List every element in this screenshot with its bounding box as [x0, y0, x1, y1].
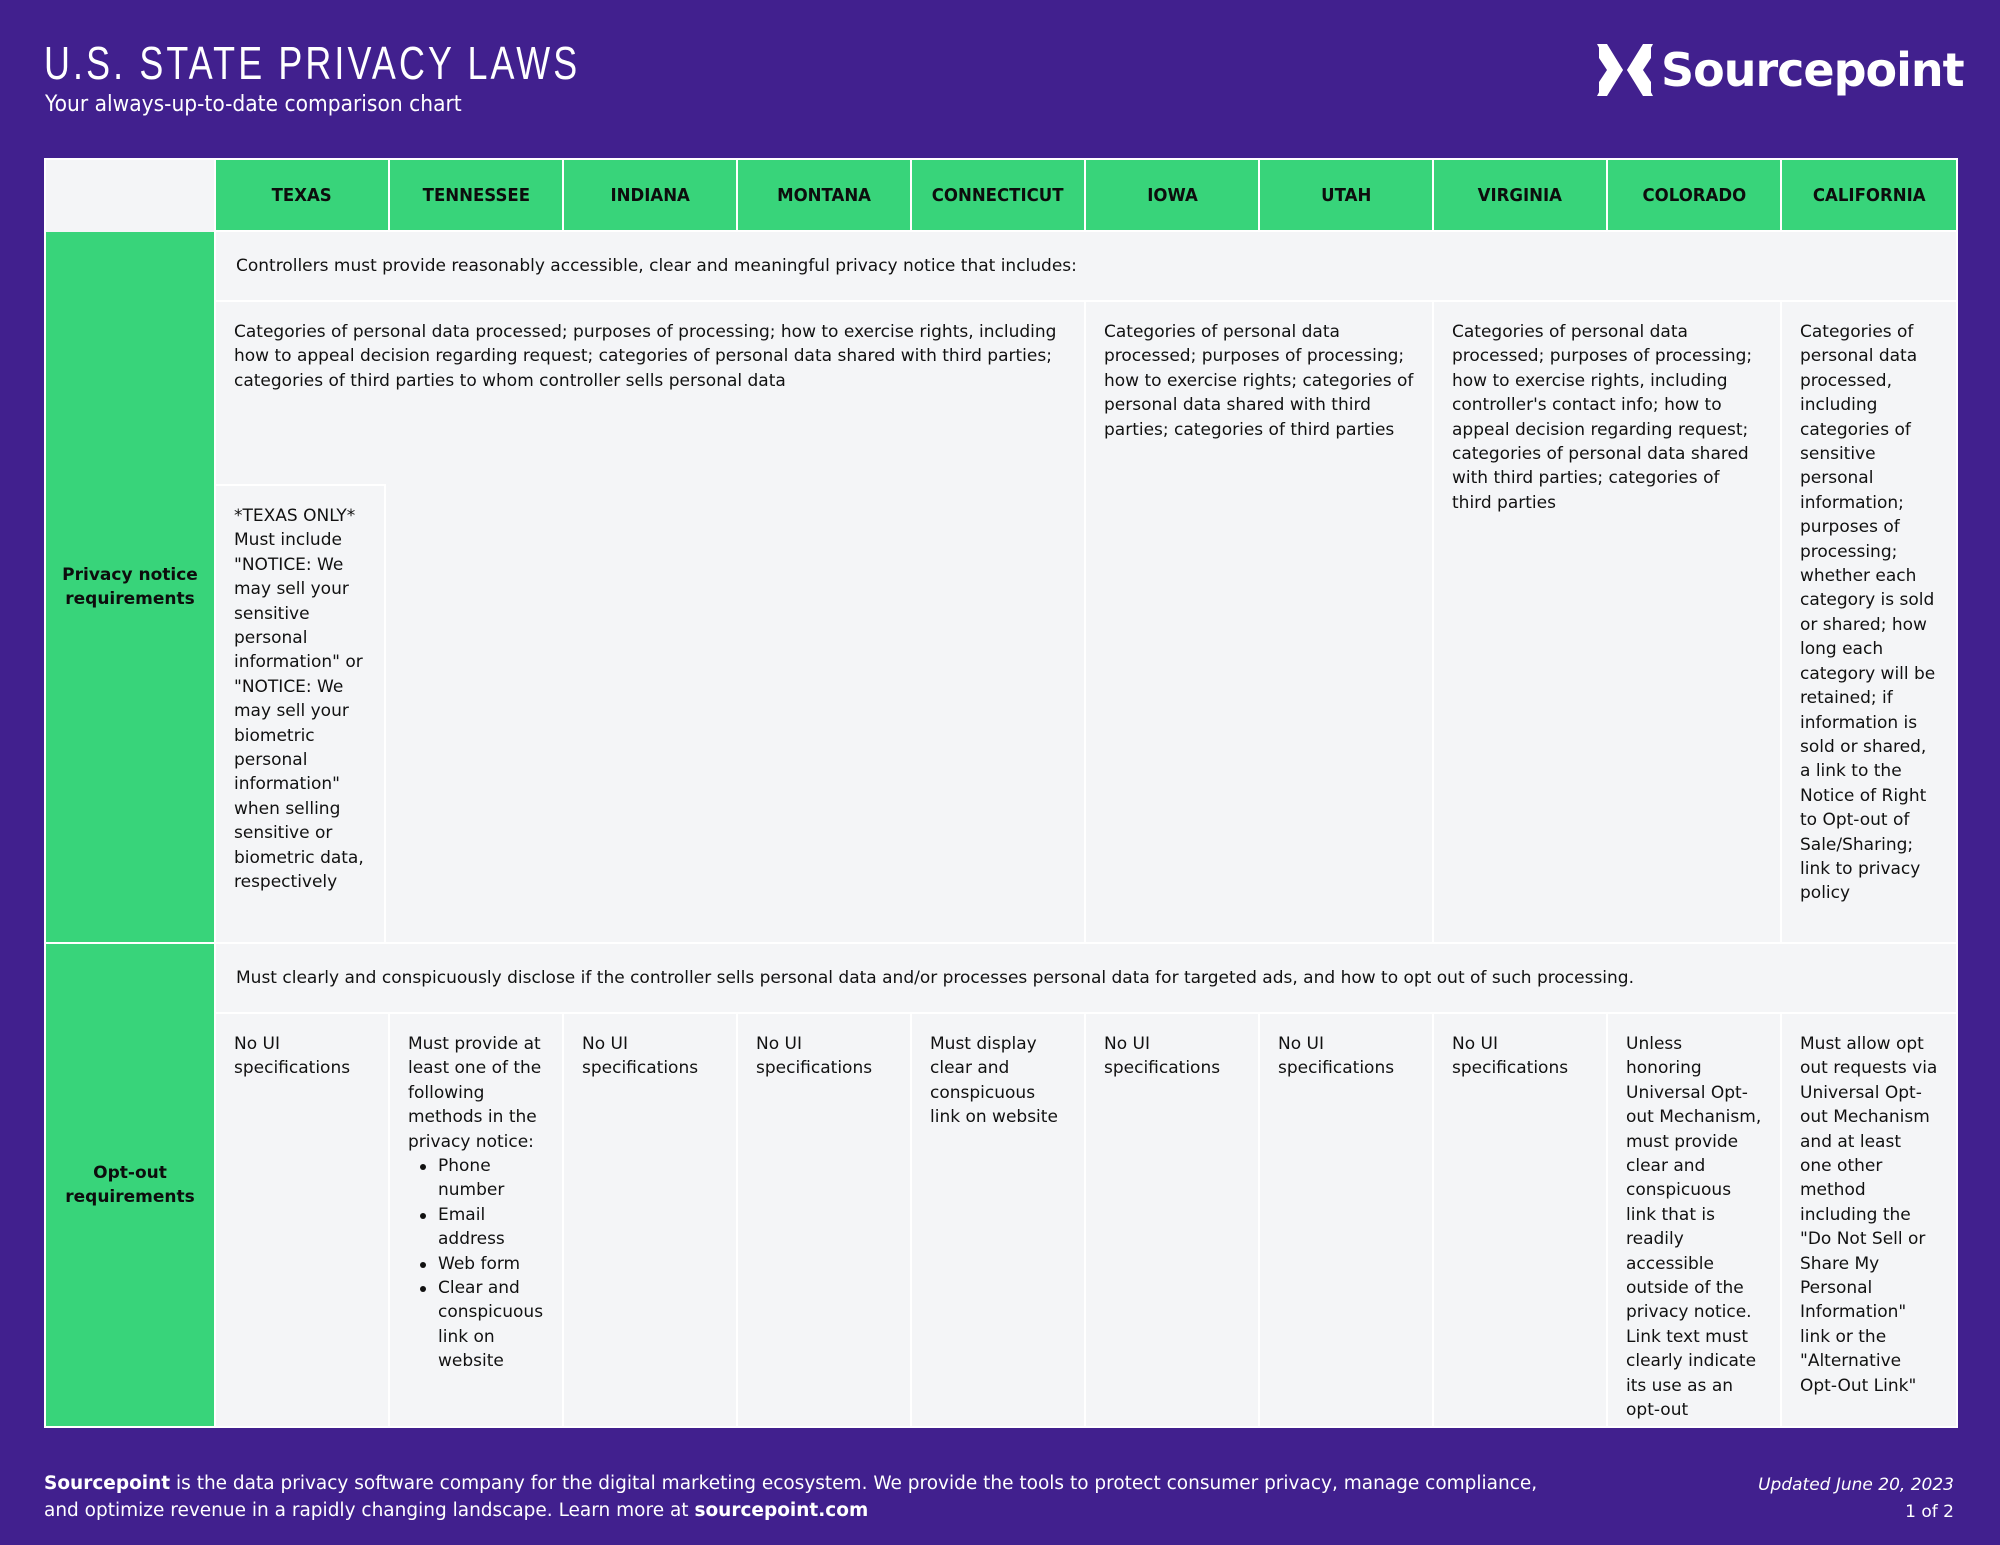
column-header-colorado: COLORADO [1608, 160, 1780, 230]
list-item: Clear and conspicuous link on website [408, 1276, 544, 1374]
opt-out-california: Must allow opt out requests via Universa… [1782, 1014, 1956, 1426]
opt-out-utah: No UI specifications [1260, 1014, 1432, 1426]
column-header-tennessee: TENNESSEE [390, 160, 562, 230]
page-title: U.S. STATE PRIVACY LAWS [44, 37, 581, 89]
footer-website-link[interactable]: sourcepoint.com [694, 1500, 868, 1521]
privacy-notice-texas-only: *TEXAS ONLY* Must include "NOTICE: We ma… [216, 484, 386, 942]
sourcepoint-logo: Sourcepoint [1597, 43, 1965, 97]
sourcepoint-chevrons-icon [1597, 44, 1653, 96]
column-header-montana: MONTANA [738, 160, 910, 230]
opt-out-colorado: Unless honoring Universal Opt-out Mechan… [1608, 1014, 1780, 1426]
updated-date: Updated June 20, 2023 [1758, 1475, 1954, 1495]
footer-description-line-1: is the data privacy software company for… [170, 1473, 1538, 1494]
footer-company-name: Sourcepoint [44, 1473, 171, 1494]
opt-out-methods-list: Phone number Email address Web form Clea… [408, 1154, 544, 1374]
logo-wordmark: Sourcepoint [1661, 43, 1965, 97]
table-corner [46, 160, 214, 232]
privacy-notice-group-text: Categories of personal data processed; p… [234, 322, 1057, 391]
column-header-virginia: VIRGINIA [1434, 160, 1606, 230]
opt-out-tennessee-text: Must provide at least one of the followi… [408, 1034, 542, 1152]
opt-out-texas: No UI specifications [216, 1014, 388, 1426]
privacy-notice-california: Categories of personal data processed, i… [1782, 302, 1956, 942]
comparison-table: TEXAS TENNESSEE INDIANA MONTANA CONNECTI… [44, 158, 1958, 1428]
opt-out-iowa: No UI specifications [1086, 1014, 1258, 1426]
footer-description-line-2: and optimize revenue in a rapidly changi… [44, 1500, 695, 1521]
opt-out-virginia: No UI specifications [1434, 1014, 1606, 1426]
column-header-california: CALIFORNIA [1782, 160, 1956, 230]
column-header-indiana: INDIANA [564, 160, 736, 230]
opt-out-tennessee: Must provide at least one of the followi… [390, 1014, 562, 1426]
opt-out-intro: Must clearly and conspicuously disclose … [216, 944, 1956, 1012]
privacy-notice-group-ia-ut: Categories of personal data processed; p… [1086, 302, 1432, 942]
opt-out-indiana: No UI specifications [564, 1014, 736, 1426]
page-subtitle: Your always-up-to-date comparison chart [45, 92, 462, 117]
column-header-texas: TEXAS [216, 160, 388, 230]
page-number: 1 of 2 [1905, 1502, 1954, 1522]
privacy-notice-intro: Controllers must provide reasonably acce… [216, 232, 1956, 300]
list-item: Web form [408, 1252, 544, 1276]
column-header-connecticut: CONNECTICUT [912, 160, 1084, 230]
list-item: Phone number [408, 1154, 544, 1203]
footer-description: Sourcepoint is the data privacy software… [44, 1470, 1544, 1524]
column-header-utah: UTAH [1260, 160, 1432, 230]
column-header-iowa: IOWA [1086, 160, 1258, 230]
privacy-notice-group-va-co: Categories of personal data processed; p… [1434, 302, 1780, 942]
opt-out-connecticut: Must display clear and conspicuous link … [912, 1014, 1084, 1426]
footer-meta: Updated June 20, 2023 1 of 2 [1758, 1472, 1954, 1526]
list-item: Email address [408, 1203, 544, 1252]
row-label-privacy-notice: Privacy notice requirements [46, 232, 214, 942]
opt-out-montana: No UI specifications [738, 1014, 910, 1426]
row-label-opt-out: Opt-out requirements [46, 944, 214, 1426]
